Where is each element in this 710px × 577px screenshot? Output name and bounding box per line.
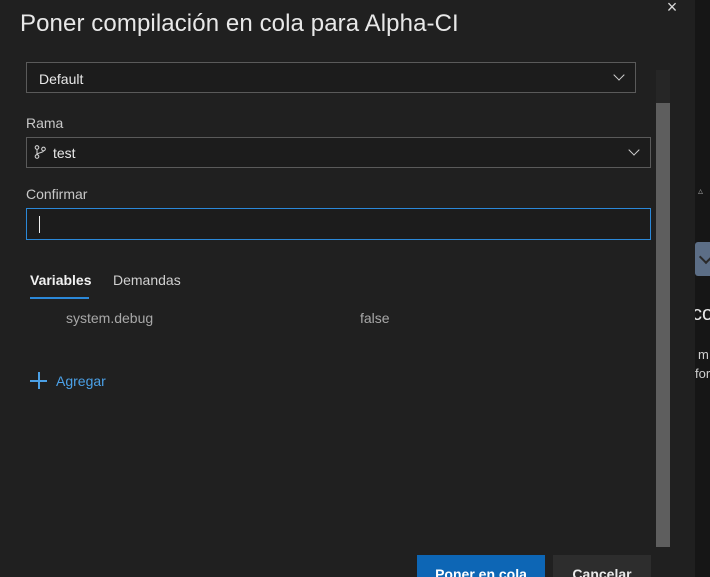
background-illustration-icon — [695, 242, 710, 276]
tab-variables[interactable]: Variables — [30, 272, 92, 288]
agent-pool-select[interactable]: Default — [26, 62, 636, 93]
branch-select[interactable]: test — [26, 137, 651, 168]
cancel-button[interactable]: Cancelar — [553, 555, 651, 577]
branch-label: Rama — [26, 115, 64, 131]
branch-icon — [34, 145, 46, 159]
branch-value: test — [53, 145, 76, 161]
queue-build-dialog: Poner compilación en cola para Alpha-CI … — [0, 0, 695, 577]
close-icon[interactable]: × — [662, 0, 682, 16]
active-tab-indicator — [30, 297, 89, 299]
plus-icon — [30, 372, 47, 389]
queue-button[interactable]: Poner en cola — [417, 555, 545, 577]
tab-demands[interactable]: Demandas — [113, 272, 181, 288]
variable-value[interactable]: false — [360, 310, 390, 326]
small-arrow-icon: ▵ — [698, 186, 704, 197]
dialog-title: Poner compilación en cola para Alpha-CI — [20, 10, 459, 37]
scrollbar-thumb[interactable] — [656, 103, 670, 547]
background-line-1: m — [698, 347, 709, 362]
chevron-down-icon — [613, 69, 625, 81]
background-page: ▵ co m for — [695, 0, 710, 577]
chevron-down-icon — [628, 144, 640, 156]
commit-label: Confirmar — [26, 186, 88, 202]
text-caret — [39, 216, 40, 233]
add-variable-label: Agregar — [56, 372, 106, 389]
background-line-2: for — [695, 366, 710, 381]
agent-pool-value: Default — [39, 71, 84, 87]
background-heading: co — [695, 303, 710, 325]
commit-input[interactable] — [26, 208, 651, 240]
variable-name[interactable]: system.debug — [66, 310, 153, 326]
add-variable-button[interactable]: Agregar — [30, 372, 106, 389]
